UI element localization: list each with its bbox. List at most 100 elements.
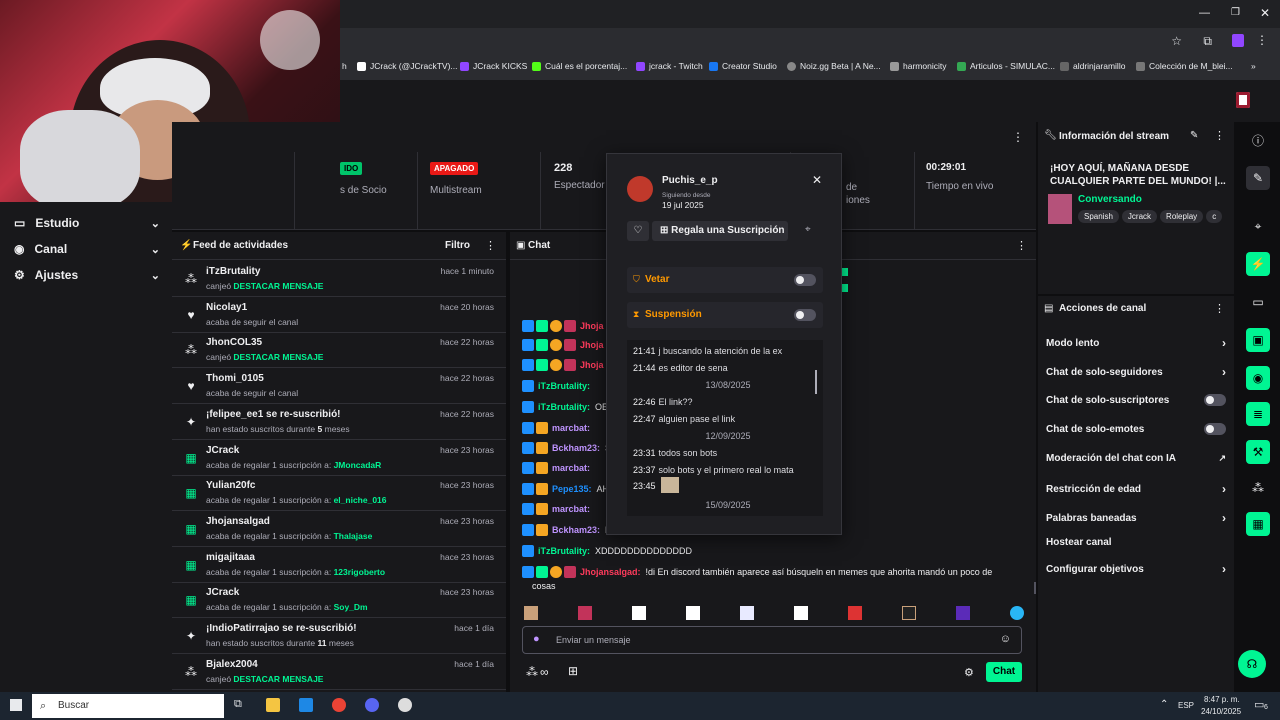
action-toggle[interactable] — [1204, 394, 1226, 406]
edit-icon[interactable]: ✎ — [1190, 130, 1198, 141]
chat-username[interactable]: marcbat: — [552, 463, 590, 473]
minimize-icon[interactable]: — — [1199, 7, 1210, 19]
chat-username[interactable]: marcbat: — [552, 423, 590, 433]
follow-heart-button[interactable]: ♡ — [627, 221, 649, 241]
chat-message[interactable]: Jhoja — [522, 339, 609, 351]
clapper-icon[interactable]: ▦ — [1246, 512, 1270, 536]
stats-menu-icon[interactable]: ⋮ — [1012, 130, 1024, 144]
menu-icon[interactable]: ⋮ — [1256, 33, 1268, 47]
bookmark-5[interactable]: Creator Studio — [709, 61, 777, 71]
tag[interactable]: Spanish — [1078, 210, 1119, 223]
pencil-icon[interactable]: ✎ — [1246, 166, 1270, 190]
feed-row[interactable]: ▦ Jhojansalgad hace 23 horas acaba de regal… — [172, 511, 506, 547]
notification-icon[interactable]: ▭ — [1254, 698, 1264, 711]
bookmark-2[interactable]: JCrack KICKS — [460, 61, 527, 71]
outlook-icon[interactable] — [299, 698, 313, 712]
feed-filter-button[interactable]: Filtro — [445, 240, 470, 251]
action-item[interactable]: Configurar objetivos › — [1046, 562, 1226, 576]
category-link[interactable]: Conversando — [1078, 194, 1142, 205]
profile-icon[interactable] — [1232, 34, 1244, 47]
clock-time[interactable]: 8:47 p. m. — [1204, 695, 1240, 704]
action-item[interactable]: Chat de solo-seguidores › — [1046, 365, 1226, 379]
windows-start-icon[interactable] — [10, 699, 22, 711]
star-bookmark-icon[interactable]: ☆ — [1171, 34, 1182, 48]
chat-username[interactable]: Jhoja — [580, 340, 604, 350]
chat-message[interactable]: marcbat: — [522, 462, 595, 474]
chat-menu-icon[interactable]: ⋮ — [1016, 239, 1027, 252]
feed-row[interactable]: ⁂ JhonCOL35 hace 22 horas canjeó DESTACAR M… — [172, 332, 506, 369]
action-item[interactable]: Chat de solo-suscriptores — [1046, 394, 1226, 406]
chat-username[interactable]: iTzBrutality: — [538, 546, 590, 556]
bookmark-0[interactable]: h — [342, 61, 347, 71]
feed-row[interactable]: ⁂ Bjalex2004 hace 1 día canjeó DESTACAR MEN… — [172, 654, 506, 690]
chat-username[interactable]: Jhoja — [580, 321, 604, 331]
emote-icon[interactable] — [578, 606, 592, 620]
chat-icon[interactable]: ▣ — [1246, 328, 1270, 352]
bookmark-6[interactable]: Noiz.gg Beta | A Ne... — [787, 61, 881, 71]
emote-icon[interactable] — [956, 606, 970, 620]
crosshair-icon[interactable]: ⌖ — [1246, 214, 1270, 238]
microphone-icon[interactable]: ● — [533, 633, 540, 645]
help-icon[interactable]: ☊ — [1238, 650, 1266, 678]
nav-item-canal[interactable]: ◉ Canal ⌄ — [14, 242, 160, 256]
send-chat-button[interactable]: Chat — [986, 662, 1022, 682]
channel-points[interactable]: ⁂ ∞ — [526, 665, 549, 679]
chat-message[interactable]: Pepe135: AH — [522, 483, 609, 495]
bookmark-10[interactable]: Colección de M_blei... — [1136, 61, 1233, 71]
chat-message[interactable]: marcbat: — [522, 503, 595, 515]
close-window-icon[interactable]: ✕ — [1260, 6, 1270, 20]
feed-row[interactable]: ▦ JCrack hace 23 horas acaba de regalar 1 s… — [172, 440, 506, 476]
action-item[interactable]: Restricción de edad › — [1046, 482, 1226, 496]
feed-row[interactable]: ✦ ¡felipee_ee1 se re-suscribió! hace 22 ho… — [172, 404, 506, 440]
clock-date[interactable]: 24/10/2025 — [1201, 707, 1241, 716]
taskbar-search[interactable]: ⌕ Buscar — [32, 694, 224, 718]
chat-message[interactable]: iTzBrutality: OE — [522, 401, 608, 413]
user-card-username[interactable]: Puchis_e_p — [662, 175, 718, 186]
chat-message[interactable]: Jhoja — [522, 359, 609, 371]
tray-chevron-icon[interactable]: ⌃ — [1160, 699, 1168, 710]
feed-menu-icon[interactable]: ⋮ — [485, 239, 496, 252]
bookmark-3[interactable]: Cuál es el porcentaj... — [532, 61, 627, 71]
bookmark-1[interactable]: JCrack (@JCrackTV)... — [357, 61, 458, 71]
emoji-icon[interactable]: ☺ — [1000, 633, 1011, 645]
actions-menu-icon[interactable]: ⋮ — [1214, 302, 1225, 315]
chat-message[interactable]: iTzBrutality: — [522, 380, 595, 392]
feed-row[interactable]: ♥ Nicolay1 hace 20 horas acaba de seguir el… — [172, 297, 506, 333]
emote-icon[interactable] — [1010, 606, 1024, 620]
bookmark-7[interactable]: harmonicity — [890, 61, 946, 71]
tag[interactable]: c — [1206, 210, 1223, 223]
chat-username[interactable]: Pepe135: — [552, 484, 592, 494]
feed-row[interactable]: ▦ Yulian20fc hace 23 horas acaba de regalar… — [172, 475, 506, 512]
emote-icon[interactable] — [524, 606, 538, 620]
bookmark-8[interactable]: Articulos - SIMULAC... — [957, 61, 1055, 71]
chat-username[interactable]: Bckham23: — [552, 443, 600, 453]
category-boxart[interactable] — [1048, 194, 1072, 224]
layers-icon[interactable]: ≣ — [1246, 402, 1270, 426]
file-explorer-icon[interactable] — [266, 698, 280, 712]
chat-username[interactable]: iTzBrutality: — [538, 381, 590, 391]
language-indicator[interactable]: ESP — [1178, 701, 1194, 710]
action-item[interactable]: Modo lento › — [1046, 336, 1226, 350]
action-item[interactable]: Hostear canal — [1046, 537, 1226, 548]
chat-message[interactable]: Bckham23:D — [522, 524, 612, 536]
avatar[interactable] — [627, 176, 653, 202]
restore-icon[interactable]: ❐ — [1231, 7, 1240, 18]
nav-item-ajustes[interactable]: ⚙ Ajustes ⌄ — [14, 268, 160, 282]
chrome-icon[interactable] — [332, 698, 346, 712]
lightning-icon[interactable]: ⚡ — [1246, 252, 1270, 276]
close-icon[interactable]: ✕ — [812, 173, 822, 187]
ban-toggle[interactable] — [794, 274, 816, 286]
feed-row[interactable]: ▦ migajitaaa hace 23 horas acaba de regalar… — [172, 547, 506, 583]
gift-sub-button[interactable]: ⊞ Regala una Suscripción — [652, 221, 788, 241]
info-icon[interactable]: ⓘ — [1246, 128, 1270, 152]
gift-icon[interactable]: ⊞ — [568, 664, 578, 678]
channel-logo-icon[interactable] — [1236, 92, 1250, 108]
emote-icon[interactable] — [740, 606, 754, 620]
chat-username[interactable]: marcbat: — [552, 504, 590, 514]
tag[interactable]: Jcrack — [1121, 210, 1158, 223]
emote-icon[interactable] — [686, 606, 700, 620]
bookmark-4[interactable]: jcrack - Twitch — [636, 61, 703, 71]
wrench-icon[interactable]: ⚒ — [1246, 440, 1270, 464]
info-menu-icon[interactable]: ⋮ — [1214, 129, 1225, 142]
bookmarks-more[interactable]: » — [1251, 61, 1256, 71]
